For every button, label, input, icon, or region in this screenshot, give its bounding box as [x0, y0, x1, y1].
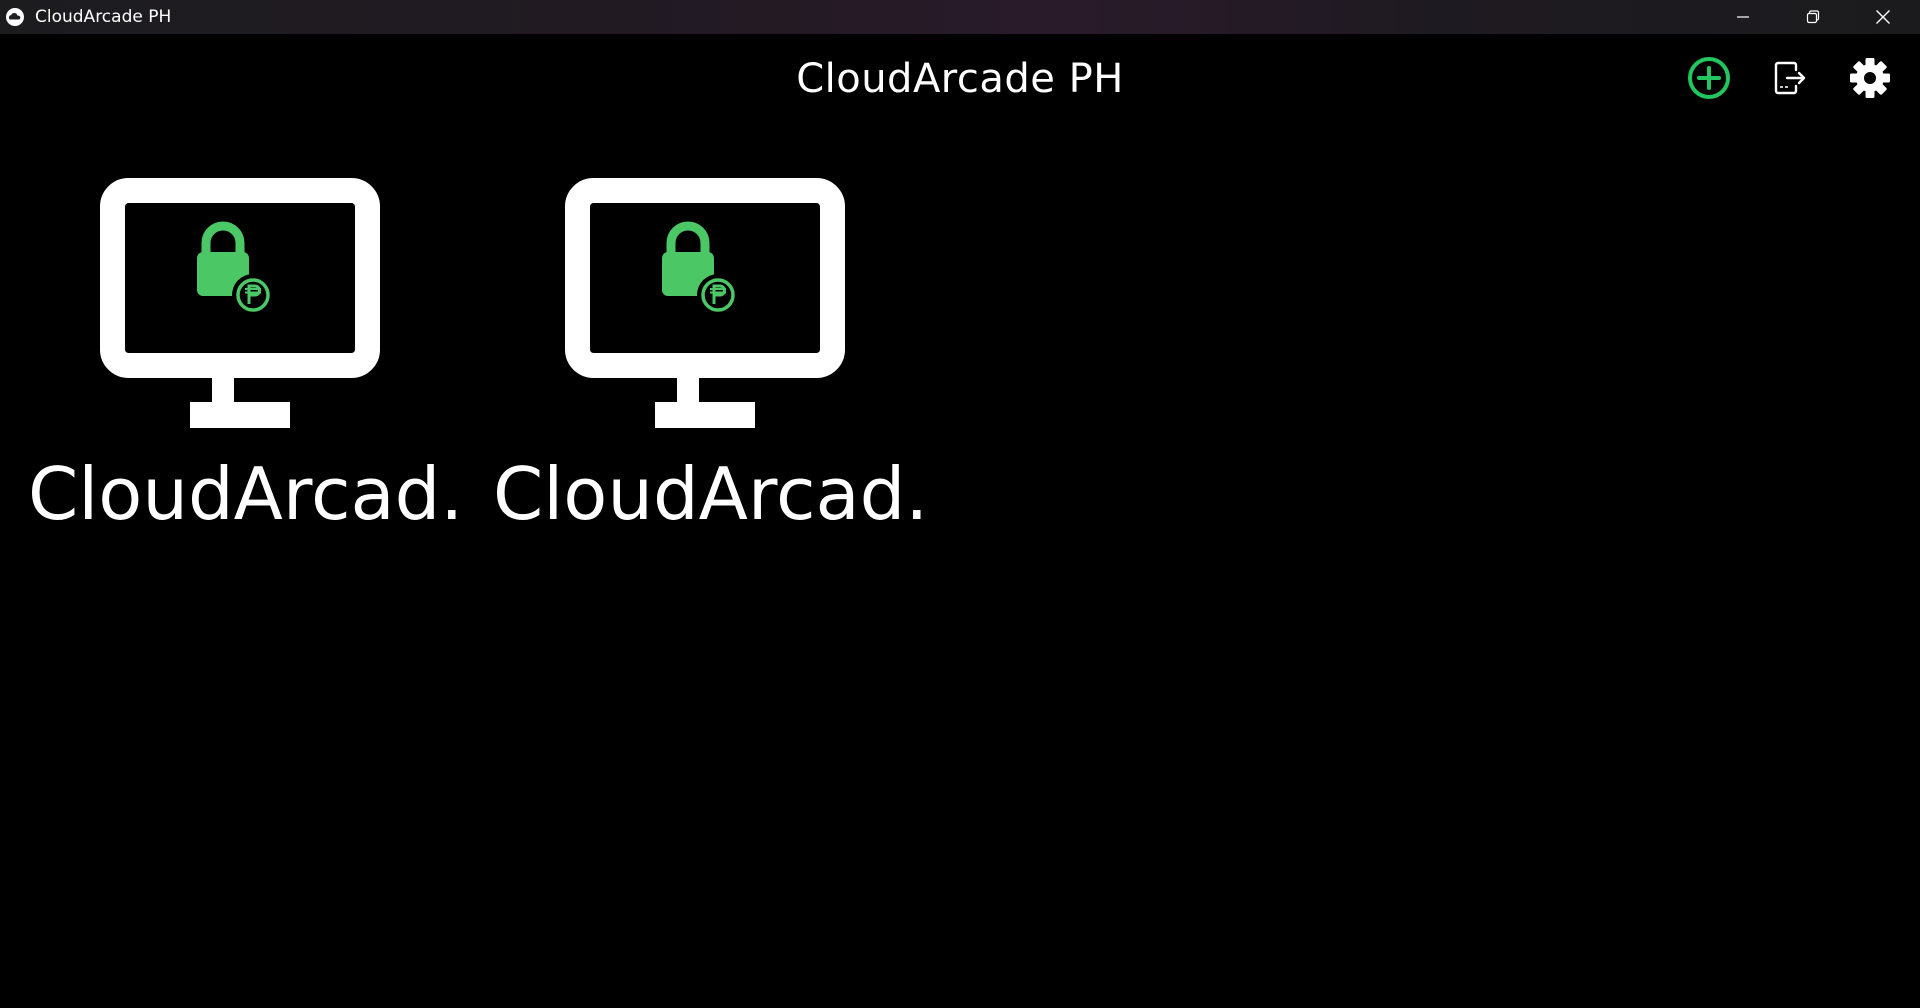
gear-icon [1850, 58, 1890, 98]
machine-label: CloudArcad... [493, 458, 923, 530]
peso-coin-icon [232, 274, 274, 316]
logout-icon [1774, 61, 1806, 95]
plus-circle-icon [1688, 57, 1730, 99]
logout-button[interactable] [1767, 56, 1811, 100]
restore-icon [1806, 10, 1820, 24]
add-machine-button[interactable] [1687, 56, 1731, 100]
locked-monitor-icon [565, 178, 845, 428]
page-title-text: CloudArcade PH [796, 56, 1124, 102]
window-title: CloudArcade PH [35, 7, 172, 27]
locked-monitor-icon [100, 178, 380, 428]
machine-label: CloudArcad... [28, 458, 458, 530]
page-title: CloudArcade PH [0, 56, 1920, 102]
settings-button[interactable] [1848, 56, 1892, 100]
machine-tile[interactable]: CloudArcad... [20, 178, 460, 558]
window-titlebar[interactable]: CloudArcade PH [0, 0, 1920, 34]
restore-button[interactable] [1778, 0, 1848, 34]
minimize-button[interactable] [1708, 0, 1778, 34]
close-icon [1876, 10, 1890, 24]
peso-coin-icon [697, 274, 739, 316]
cloud-icon [6, 8, 24, 26]
machine-tile[interactable]: CloudArcad... [485, 178, 925, 558]
minimize-icon [1737, 16, 1749, 18]
close-button[interactable] [1848, 0, 1918, 34]
